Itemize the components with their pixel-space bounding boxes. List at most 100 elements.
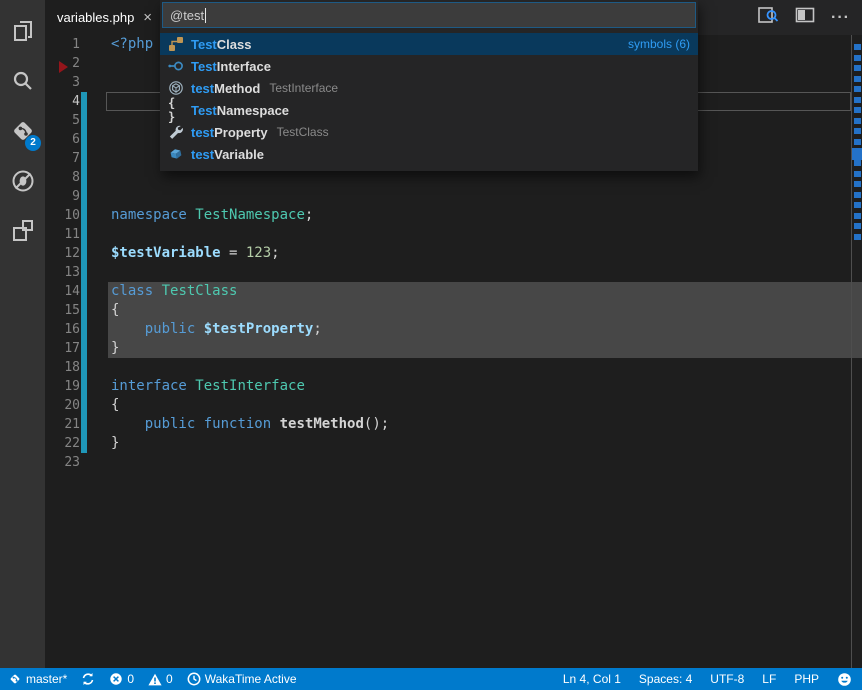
code-line[interactable]: 20{ (45, 396, 862, 415)
status-eol[interactable]: LF (762, 672, 776, 686)
line-content: namespace TestNamespace; (80, 206, 313, 225)
line-number: 4 (45, 92, 80, 111)
code-line[interactable]: 9 (45, 187, 862, 206)
line-number: 3 (45, 73, 80, 92)
code-line[interactable]: 11 (45, 225, 862, 244)
line-number: 23 (45, 453, 80, 472)
status-sync[interactable] (81, 672, 95, 686)
quick-open-item-testvariable[interactable]: testVariable (160, 143, 698, 165)
line-content (80, 263, 111, 282)
code-line[interactable]: 23 (45, 453, 862, 472)
status-feedback[interactable] (837, 672, 852, 687)
code-line[interactable]: 16 public $testProperty; (45, 320, 862, 339)
symbol-label: testVariable (191, 147, 264, 162)
code-line[interactable]: 12$testVariable = 123; (45, 244, 862, 263)
line-number: 21 (45, 415, 80, 434)
status-errors-label: 0 (127, 672, 134, 686)
activity-bar-item-source-control[interactable]: 2 (0, 106, 45, 156)
quick-open-item-testmethod[interactable]: testMethod TestInterface (160, 77, 698, 99)
quick-open-item-testproperty[interactable]: testPropertyTestClass (160, 121, 698, 143)
quick-open-widget: @test TestClasssymbols (6)TestInterfacet… (160, 0, 698, 171)
ruler-modified-mark (854, 128, 861, 134)
quick-open-item-testclass[interactable]: TestClasssymbols (6) (160, 33, 698, 55)
overview-ruler[interactable] (852, 35, 862, 668)
line-content: interface TestInterface (80, 377, 305, 396)
activity-badge: 2 (25, 135, 41, 151)
status-eol-label: LF (762, 672, 776, 686)
symbol-variable-icon (168, 146, 184, 162)
line-number: 6 (45, 130, 80, 149)
ruler-modified-mark (854, 234, 861, 240)
status-indentation[interactable]: Spaces: 4 (639, 672, 692, 686)
code-line[interactable]: 21 public function testMethod(); (45, 415, 862, 434)
status-git-branch-label: master* (26, 672, 67, 686)
line-content (80, 111, 111, 130)
symbol-namespace-icon: { } (168, 102, 184, 118)
line-content: } (80, 339, 119, 358)
ruler-modified-mark (854, 55, 861, 61)
ruler-modified-mark (852, 148, 862, 160)
text-cursor (205, 8, 206, 23)
ruler-modified-mark (854, 86, 861, 92)
quick-open-input[interactable]: @test (162, 2, 696, 28)
line-number: 17 (45, 339, 80, 358)
activity-bar-item-explorer[interactable] (0, 6, 45, 56)
open-preview-button[interactable] (757, 5, 779, 30)
status-wakatime[interactable]: WakaTime Active (187, 672, 297, 686)
search-icon (10, 68, 36, 94)
line-number: 20 (45, 396, 80, 415)
line-content (80, 358, 111, 377)
status-git-branch[interactable]: master* (8, 672, 67, 686)
quick-open-results: TestClasssymbols (6)TestInterfacetestMet… (160, 33, 698, 165)
close-icon[interactable]: × (143, 10, 152, 25)
activity-bar-item-extensions[interactable] (0, 206, 45, 256)
code-line[interactable]: 18 (45, 358, 862, 377)
ruler-modified-mark (854, 76, 861, 82)
more-actions-button[interactable]: ··· (831, 9, 850, 27)
split-editor-button[interactable] (795, 6, 815, 29)
status-errors[interactable]: 0 (109, 672, 134, 686)
line-number: 19 (45, 377, 80, 396)
code-line[interactable]: 10namespace TestNamespace; (45, 206, 862, 225)
code-line[interactable]: 15{ (45, 301, 862, 320)
line-number: 15 (45, 301, 80, 320)
symbol-property-icon (168, 124, 184, 140)
status-cursor-position[interactable]: Ln 4, Col 1 (563, 672, 621, 686)
code-line[interactable]: 14class TestClass (45, 282, 862, 301)
code-line[interactable]: 19interface TestInterface (45, 377, 862, 396)
status-cursor-position-label: Ln 4, Col 1 (563, 672, 621, 686)
status-encoding[interactable]: UTF-8 (710, 672, 744, 686)
tab-variables-php[interactable]: variables.php × (45, 0, 160, 35)
status-warnings[interactable]: 0 (148, 672, 173, 686)
line-number: 2 (45, 54, 80, 73)
smiley-icon (837, 672, 852, 687)
status-bar: master* 00 WakaTime Active Ln 4, Col 1 Spac… (0, 668, 862, 690)
symbol-label: TestClass (191, 37, 251, 52)
symbol-detail: TestInterface (269, 81, 338, 95)
status-language-mode[interactable]: PHP (794, 672, 819, 686)
line-content: class TestClass (80, 282, 237, 301)
activity-bar-item-search[interactable] (0, 56, 45, 106)
code-line[interactable]: 13 (45, 263, 862, 282)
ruler-modified-mark (854, 118, 861, 124)
line-number: 5 (45, 111, 80, 130)
quick-open-query: @test (170, 8, 204, 23)
code-line[interactable]: 22} (45, 434, 862, 453)
ellipsis-icon: ··· (831, 9, 850, 27)
line-content (80, 453, 111, 472)
symbol-label: testMethod (191, 81, 260, 96)
git-branch-icon (8, 672, 22, 686)
clock-icon (187, 672, 201, 686)
code-line[interactable]: 17} (45, 339, 862, 358)
line-content: { (80, 396, 119, 415)
ruler-modified-mark (854, 107, 861, 113)
editor-actions: ··· (757, 0, 862, 35)
line-number: 11 (45, 225, 80, 244)
status-language-mode-label: PHP (794, 672, 819, 686)
quick-open-item-testinterface[interactable]: TestInterface (160, 55, 698, 77)
symbol-label: TestNamespace (191, 103, 289, 118)
status-wakatime-label: WakaTime Active (205, 672, 297, 686)
ruler-modified-mark (854, 97, 861, 103)
activity-bar-item-debug[interactable] (0, 156, 45, 206)
quick-open-item-testnamespace[interactable]: { } TestNamespace (160, 99, 698, 121)
